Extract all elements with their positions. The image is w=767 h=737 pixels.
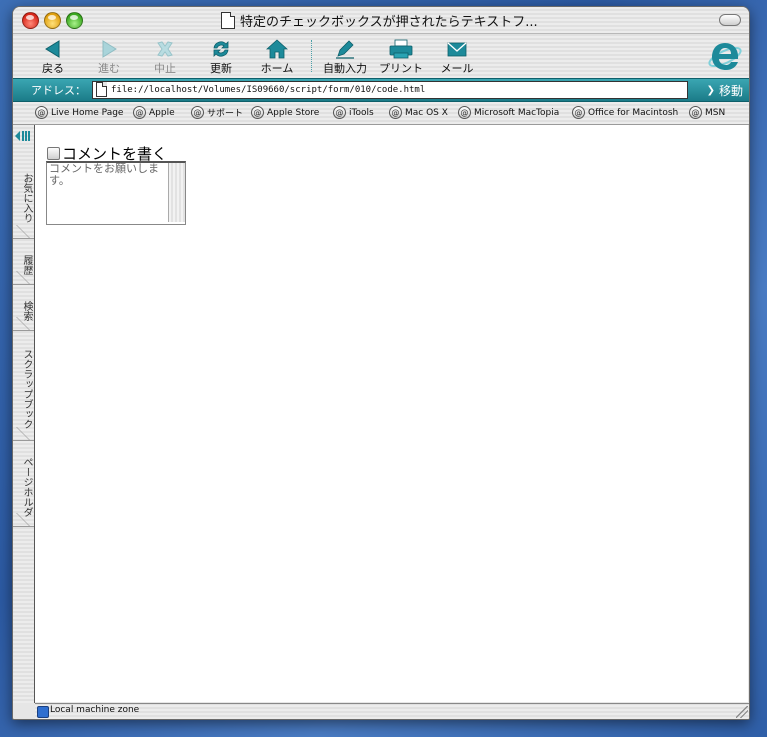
address-label: アドレス： xyxy=(31,84,86,97)
home-label: ホーム xyxy=(260,62,294,75)
favorite-label: Microsoft MacTopia xyxy=(474,107,560,118)
favorite-label: Office for Macintosh xyxy=(588,107,679,118)
home-button[interactable]: ホーム xyxy=(251,36,303,76)
explorer-bar-tabs: お気に入り 履歴 検索 スクラップブック ページホルダ xyxy=(13,125,35,703)
tab-page-holder[interactable]: ページホルダ xyxy=(13,441,34,527)
favorite-item[interactable]: @ Office for Macintosh xyxy=(572,106,678,119)
refresh-button[interactable]: 更新 xyxy=(195,36,247,76)
toolbar-separator xyxy=(311,40,313,72)
tab-search[interactable]: 検索 xyxy=(13,285,34,331)
print-label: プリント xyxy=(379,62,423,75)
security-zone-text: Local machine zone xyxy=(50,705,140,715)
zoom-button[interactable] xyxy=(66,12,83,29)
address-input[interactable] xyxy=(111,82,681,98)
back-label: 戻る xyxy=(42,62,64,75)
favorite-item[interactable]: @ サポート xyxy=(191,106,243,119)
tab-favorites[interactable]: お気に入り xyxy=(13,151,34,239)
browser-window: 特定のチェックボックスが押されたらテキストフ... 戻る 進む 中止 更新 ホー… xyxy=(12,6,750,720)
toolbar-toggle-button[interactable] xyxy=(719,14,741,26)
favorite-item[interactable]: @ MSN xyxy=(689,106,725,119)
at-icon: @ xyxy=(389,106,402,119)
close-button[interactable] xyxy=(22,12,39,29)
tab-history[interactable]: 履歴 xyxy=(13,239,34,285)
back-button[interactable]: 戻る xyxy=(27,36,79,76)
autofill-button[interactable]: 自動入力 xyxy=(319,36,371,76)
at-icon: @ xyxy=(689,106,702,119)
favorite-item[interactable]: @ iTools xyxy=(333,106,374,119)
go-button[interactable]: ❯ 移動 xyxy=(707,82,743,99)
favorite-item[interactable]: @ Microsoft MacTopia xyxy=(458,106,559,119)
mail-envelope-icon xyxy=(447,42,467,57)
print-button[interactable]: プリント xyxy=(375,36,427,76)
at-icon: @ xyxy=(458,106,471,119)
forward-label: 進む xyxy=(98,62,120,75)
textarea-scrollbar[interactable] xyxy=(168,163,185,222)
home-icon xyxy=(266,39,288,59)
at-icon: @ xyxy=(572,106,585,119)
forward-button[interactable]: 進む xyxy=(83,36,135,76)
comment-textarea[interactable]: コメントをお願いします。 xyxy=(47,163,171,222)
mail-label: メール xyxy=(440,62,474,75)
go-label: 移動 xyxy=(718,84,743,98)
favorite-label: MSN xyxy=(705,107,726,118)
favorite-item[interactable]: @ Apple Store xyxy=(251,106,319,119)
favorite-label: Live Home Page xyxy=(51,107,124,118)
stop-label: 中止 xyxy=(154,62,176,75)
autofill-pen-icon xyxy=(336,40,354,59)
ie-logo-icon xyxy=(708,43,742,70)
minimize-button[interactable] xyxy=(44,12,61,29)
status-bar: Local machine zone xyxy=(35,703,749,719)
tab-scrapbook[interactable]: スクラップブック xyxy=(13,331,34,441)
zone-icon xyxy=(37,706,49,718)
title-bar[interactable]: 特定のチェックボックスが押されたらテキストフ... xyxy=(13,7,749,34)
stop-x-icon xyxy=(157,41,173,57)
at-icon: @ xyxy=(35,106,48,119)
document-icon xyxy=(221,11,235,29)
address-bar: アドレス： ❯ 移動 xyxy=(13,78,749,102)
comment-checkbox[interactable] xyxy=(47,147,60,160)
at-icon: @ xyxy=(133,106,146,119)
window-title: 特定のチェックボックスが押されたらテキストフ... xyxy=(240,14,538,30)
at-icon: @ xyxy=(251,106,264,119)
favorite-label: iTools xyxy=(349,107,374,118)
resize-grip[interactable] xyxy=(736,706,748,718)
page-proxy-icon[interactable] xyxy=(96,82,107,97)
at-icon: @ xyxy=(333,106,346,119)
favorite-label: サポート xyxy=(207,109,244,119)
favorites-bar: @ Live Home Page @ Apple @ サポート @ Apple Stor… xyxy=(13,102,749,125)
favorite-label: Mac OS X xyxy=(405,107,448,118)
at-icon: @ xyxy=(191,106,204,119)
favorite-item[interactable]: @ Mac OS X xyxy=(389,106,448,119)
address-field[interactable] xyxy=(92,81,688,99)
go-arrow-icon: ❯ xyxy=(706,85,715,96)
back-arrow-icon xyxy=(45,40,60,58)
refresh-label: 更新 xyxy=(210,62,232,75)
forward-arrow-icon xyxy=(102,40,117,58)
favorite-item[interactable]: @ Apple xyxy=(133,106,175,119)
refresh-icon xyxy=(213,41,229,57)
autofill-label: 自動入力 xyxy=(323,62,367,75)
favorite-item[interactable]: @ Live Home Page xyxy=(35,106,123,119)
toolbar: 戻る 進む 中止 更新 ホーム 自動入力 プリント メール xyxy=(13,34,749,78)
favorite-label: Apple Store xyxy=(267,107,320,118)
favorite-label: Apple xyxy=(149,107,175,118)
page-content: コメントを書く コメントをお願いします。 xyxy=(35,125,748,702)
window-title-wrap: 特定のチェックボックスが押されたらテキストフ... xyxy=(221,11,538,30)
mail-button[interactable]: メール xyxy=(431,36,483,76)
comment-textarea-wrap: コメントをお願いします。 xyxy=(46,161,186,225)
stop-button[interactable]: 中止 xyxy=(139,36,191,76)
explorer-toggle-icon[interactable] xyxy=(14,129,32,143)
printer-icon xyxy=(389,39,413,59)
